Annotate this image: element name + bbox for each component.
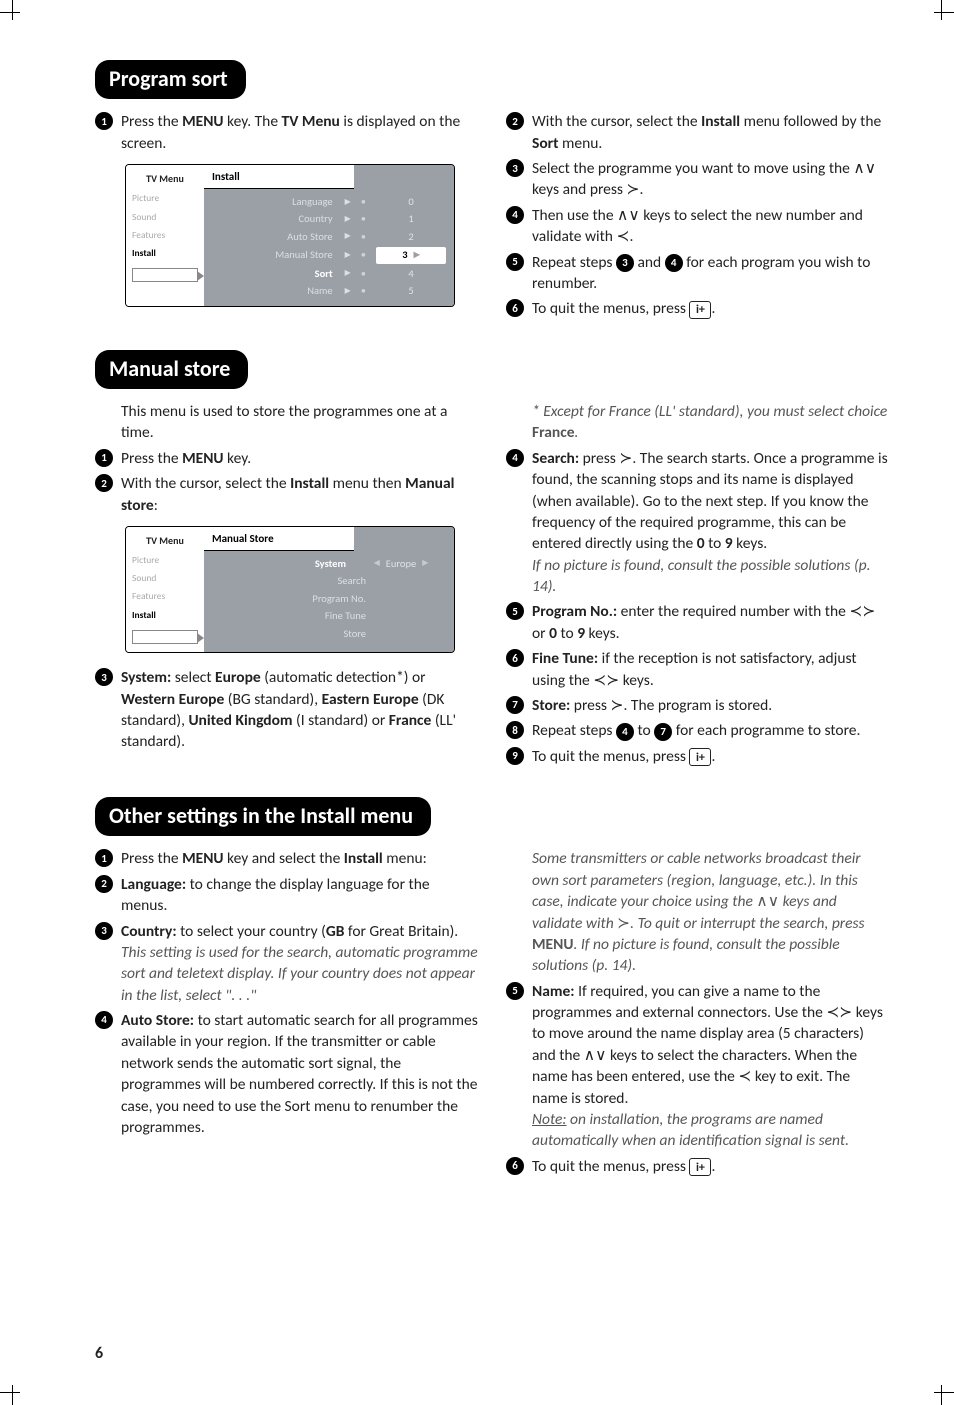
menu-manual-store: TV Menu Picture Sound Features Install M… bbox=[125, 526, 455, 653]
step-7: 7 Store: press ≻. The program is stored. bbox=[506, 695, 889, 716]
arrow-right-icon: ≻ bbox=[627, 181, 640, 198]
step-4: 4 Auto Store: to start automatic search … bbox=[95, 1010, 478, 1138]
step-1: 1 Press the MENU key. bbox=[95, 448, 478, 469]
step-4: 4 Search: press ≻. The search starts. On… bbox=[506, 448, 889, 598]
heading-program-sort: Program sort bbox=[95, 60, 246, 99]
step-6: 6 Fine Tune: if the reception is not sat… bbox=[506, 648, 889, 691]
step-3: 3 Country: to select your country (GB fo… bbox=[95, 921, 478, 1007]
arrow-up-down-icon: ∧∨ bbox=[853, 160, 876, 177]
arrow-left-icon: ≺ bbox=[616, 228, 629, 245]
arrow-up-down-icon: ∧∨ bbox=[584, 1047, 607, 1064]
step-3: 3 Select the programme you want to move … bbox=[506, 158, 889, 201]
intro-text: This menu is used to store the programme… bbox=[95, 401, 478, 444]
step-9: 9 To quit the menus, press i+. bbox=[506, 746, 889, 767]
step-1: 1 Press the MENU key. The TV Menu is dis… bbox=[95, 111, 478, 154]
note-text: Some transmitters or cable networks broa… bbox=[506, 848, 889, 976]
note-text: * Except for France (LL' standard), you … bbox=[506, 401, 889, 444]
info-key-icon: i+ bbox=[689, 301, 711, 319]
arrow-right-icon: ≻ bbox=[617, 915, 630, 932]
section-manual-store: Manual store This menu is used to store … bbox=[95, 350, 889, 771]
arrow-left-right-icon: ≺≻ bbox=[593, 672, 619, 689]
step-8: 8 Repeat steps 4 to 7 for each programme… bbox=[506, 720, 889, 741]
page-number: 6 bbox=[95, 1343, 103, 1365]
arrow-icon bbox=[132, 630, 198, 644]
arrow-left-right-icon: ≺≻ bbox=[849, 603, 875, 620]
step-5: 5 Name: If required, you can give a name… bbox=[506, 981, 889, 1152]
info-key-icon: i+ bbox=[689, 1158, 711, 1176]
menu-install: TV Menu Picture Sound Features Install I… bbox=[125, 164, 455, 307]
arrow-right-icon: ≻ bbox=[619, 450, 632, 467]
step-4: 4 Then use the ∧∨ keys to select the new… bbox=[506, 205, 889, 248]
step-5: 5 Repeat steps 3 and 4 for each program … bbox=[506, 252, 889, 295]
arrow-right-icon: ≻ bbox=[611, 697, 624, 714]
step-2: 2 Language: to change the display langua… bbox=[95, 874, 478, 917]
step-6: 6 To quit the menus, press i+. bbox=[506, 298, 889, 319]
arrow-up-down-icon: ∧∨ bbox=[756, 893, 779, 910]
arrow-icon bbox=[132, 268, 198, 282]
heading-other-settings: Other settings in the Install menu bbox=[95, 797, 431, 836]
section-other-settings: Other settings in the Install menu 1 Pre… bbox=[95, 797, 889, 1181]
arrow-left-right-icon: ≺≻ bbox=[826, 1004, 852, 1021]
step-5: 5 Program No.: enter the required number… bbox=[506, 601, 889, 644]
step-2: 2 With the cursor, select the Install me… bbox=[95, 473, 478, 516]
step-1: 1 Press the MENU key and select the Inst… bbox=[95, 848, 478, 869]
arrow-left-icon: ≺ bbox=[738, 1068, 751, 1085]
arrow-up-down-icon: ∧∨ bbox=[617, 207, 640, 224]
step-6: 6 To quit the menus, press i+. bbox=[506, 1156, 889, 1177]
step-3: 3 System: select Europe (automatic detec… bbox=[95, 667, 478, 753]
heading-manual-store: Manual store bbox=[95, 350, 248, 389]
info-key-icon: i+ bbox=[689, 748, 711, 766]
section-program-sort: Program sort 1 Press the MENU key. The T… bbox=[95, 60, 889, 324]
step-2: 2 With the cursor, select the Install me… bbox=[506, 111, 889, 154]
